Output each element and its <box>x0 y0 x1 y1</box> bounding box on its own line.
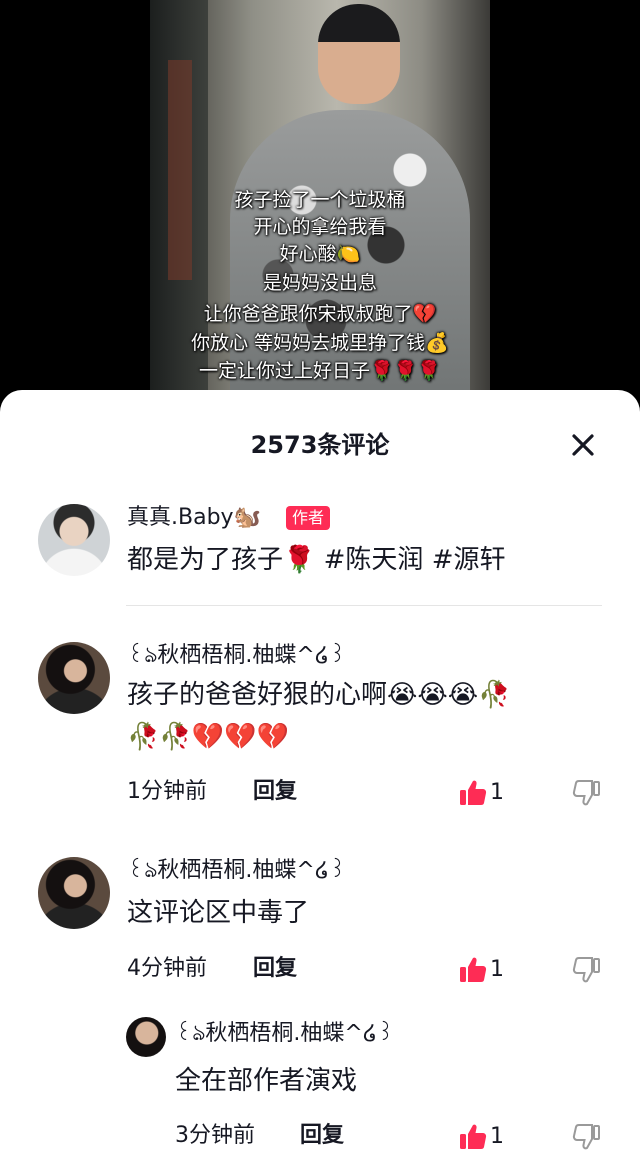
like-icon[interactable] <box>458 955 488 985</box>
avatar[interactable] <box>38 642 110 714</box>
video-player[interactable]: 孩子捡了一个垃圾桶 开心的拿给我看 好心酸🍋 是妈妈没出息 让你爸爸跟你宋叔叔跑… <box>0 0 640 400</box>
like-icon[interactable] <box>458 778 488 808</box>
comments-count-title: 2573条评论 <box>250 431 390 459</box>
video-caption-line: 好心酸🍋 <box>279 243 361 265</box>
video-caption-line: 是妈妈没出息 <box>262 272 377 294</box>
video-caption-line: 孩子捡了一个垃圾桶 <box>234 189 406 211</box>
comment-text: 孩子的爸爸好狠的心啊😭😭😭🥀 <box>127 680 511 710</box>
comment-timestamp: 4分钟前 <box>127 956 207 981</box>
comment-username[interactable]: 真真.Baby🐿️ <box>127 507 261 529</box>
like-count: 1 <box>490 1124 504 1149</box>
avatar[interactable] <box>126 1017 166 1057</box>
comment-text: 都是为了孩子🌹 #陈天润 #源轩 <box>127 545 506 575</box>
avatar[interactable] <box>38 504 110 576</box>
dislike-icon[interactable] <box>572 778 602 808</box>
reply-button[interactable]: 回复 <box>253 781 297 803</box>
like-count: 1 <box>490 957 504 982</box>
reply-button[interactable]: 回复 <box>300 1125 344 1147</box>
divider <box>126 605 602 606</box>
reply-timestamp: 3分钟前 <box>175 1123 255 1148</box>
dislike-icon[interactable] <box>572 955 602 985</box>
avatar[interactable] <box>38 857 110 929</box>
reply-button[interactable]: 回复 <box>253 958 297 980</box>
author-badge: 作者 <box>286 506 331 530</box>
comment-text: 这评论区中毒了 <box>127 898 310 928</box>
dislike-icon[interactable] <box>572 1122 602 1152</box>
comment-username[interactable]: ꒰ঌ秋栖梧桐.柚蝶^໒꒱ <box>127 645 346 667</box>
close-icon[interactable] <box>566 428 600 462</box>
video-caption-line: 一定让你过上好日子🌹🌹🌹 <box>199 360 441 382</box>
comment-timestamp: 1分钟前 <box>127 779 207 804</box>
video-caption-line: 让你爸爸跟你宋叔叔跑了💔 <box>203 303 437 325</box>
reply-username[interactable]: ꒰ঌ秋栖梧桐.柚蝶^໒꒱ <box>175 1023 394 1045</box>
person-head <box>318 4 400 104</box>
video-caption-line: 你放心 等妈妈去城里挣了钱💰 <box>191 332 449 354</box>
comment-text-continued: 🥀🥀💔💔💔 <box>127 722 289 752</box>
comments-sheet: 2573条评论 真真.Baby🐿️ 作者 都是为了孩子🌹 #陈天润 #源轩 ꒰ঌ… <box>0 390 640 1174</box>
video-caption-line: 开心的拿给我看 <box>253 216 387 238</box>
comment-username[interactable]: ꒰ঌ秋栖梧桐.柚蝶^໒꒱ <box>127 860 346 882</box>
reply-text: 全在部作者演戏 <box>175 1066 358 1096</box>
like-count: 1 <box>490 780 504 805</box>
like-icon[interactable] <box>458 1122 488 1152</box>
